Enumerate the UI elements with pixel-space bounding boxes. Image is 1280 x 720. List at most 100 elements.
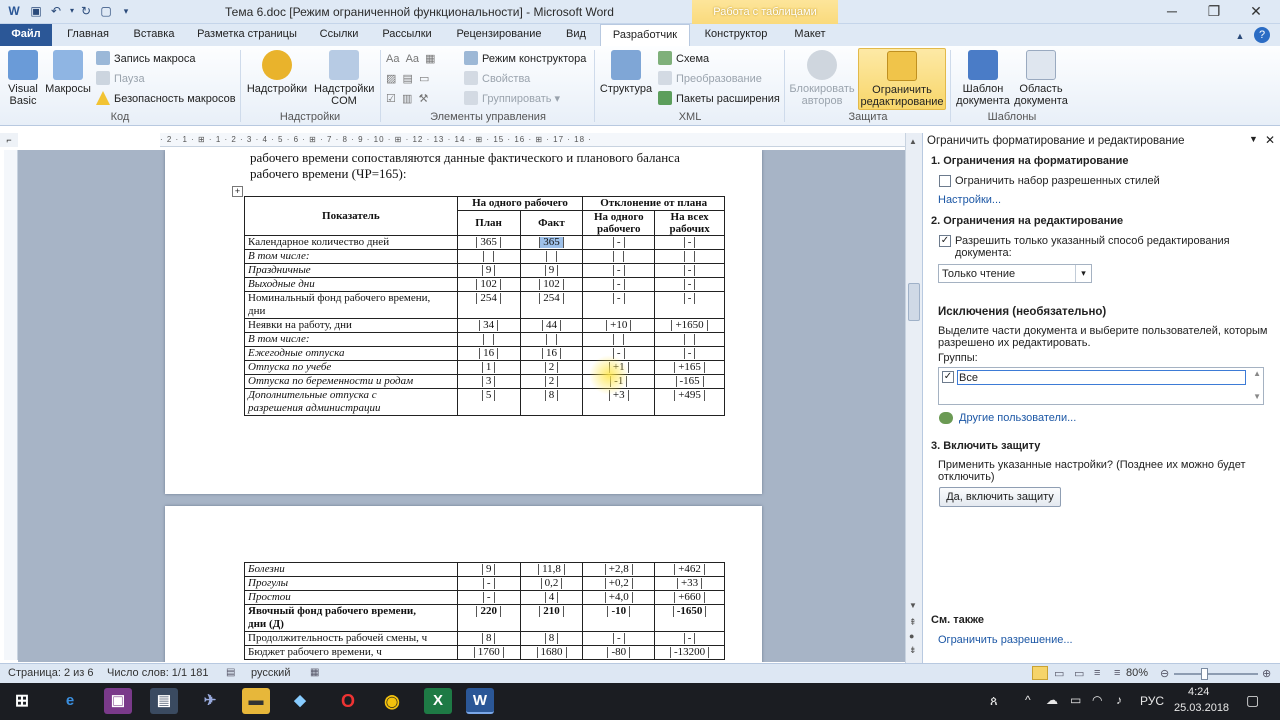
chevron-down-icon[interactable]: ▾	[1075, 265, 1091, 282]
browse-object-icon[interactable]: ●	[909, 631, 914, 641]
zoom-slider-thumb[interactable]	[1201, 668, 1208, 680]
form-field[interactable]: +33	[676, 578, 703, 589]
vertical-scrollbar[interactable]: ▲ ▼ ⇞ ● ⇟	[905, 133, 922, 663]
full-screen-view-icon[interactable]: ▭	[1054, 667, 1064, 680]
minimize-ribbon-icon[interactable]: ▲	[1232, 28, 1248, 44]
form-field[interactable]: +462	[674, 564, 705, 575]
form-field[interactable]: -	[683, 265, 696, 276]
document-panel-button[interactable]: Область документа	[1012, 48, 1070, 107]
form-field[interactable]: 220	[476, 606, 501, 617]
form-field[interactable]: 1760	[473, 647, 504, 658]
battery-icon[interactable]: ▭	[1070, 693, 1081, 707]
form-field[interactable]: 9	[481, 564, 496, 575]
transform-button[interactable]: Преобразование	[658, 70, 762, 88]
properties-button[interactable]: Свойства	[464, 70, 530, 88]
editing-type-select[interactable]: Только чтение ▾	[938, 264, 1092, 283]
form-field[interactable]: -	[612, 633, 625, 644]
tab-table-layout[interactable]: Макет	[782, 24, 838, 46]
pane-menu-icon[interactable]: ▼	[1249, 134, 1258, 144]
document-area[interactable]: рабочего времени сопоставляются данные ф…	[18, 150, 905, 662]
form-field[interactable]: +660	[674, 592, 705, 603]
edge-browser-icon[interactable]: e	[56, 688, 84, 714]
groups-list[interactable]: ✓ Все ▲ ▼	[938, 367, 1264, 405]
form-field[interactable]: 365	[539, 237, 564, 248]
form-field[interactable]: -165	[675, 376, 704, 387]
enable-protection-button[interactable]: Да, включить защиту	[939, 487, 1061, 507]
form-field[interactable]: 9	[481, 265, 496, 276]
form-field[interactable]: 3	[481, 376, 496, 387]
form-field[interactable]: +0,2	[604, 578, 633, 589]
proofing-icon[interactable]: ▤	[226, 667, 235, 678]
form-field[interactable]: -	[683, 293, 696, 304]
form-field[interactable]: 8	[481, 633, 496, 644]
list-scroll-up-icon[interactable]: ▲	[1253, 369, 1261, 378]
clock-date[interactable]: 25.03.2018	[1174, 702, 1229, 714]
addins-button[interactable]: Надстройки	[244, 48, 310, 95]
wifi-icon[interactable]: ◠	[1092, 693, 1102, 707]
form-field[interactable]: 16	[479, 348, 499, 359]
form-field[interactable]: 34	[479, 320, 499, 331]
form-field[interactable]: 1680	[536, 647, 567, 658]
notes-app-icon[interactable]: ◆	[286, 688, 314, 714]
page-indicator[interactable]: Страница: 2 из 6	[8, 667, 94, 679]
form-field[interactable]: 5	[481, 390, 496, 401]
vertical-ruler[interactable]	[4, 150, 18, 660]
form-field[interactable]: -80	[607, 647, 631, 658]
macro-record-icon[interactable]: ▦	[310, 667, 319, 678]
macros-button[interactable]: Макросы	[44, 48, 92, 95]
form-field[interactable]: -	[612, 279, 625, 290]
form-field[interactable]: +2,8	[604, 564, 633, 575]
tray-expand-icon[interactable]: ^	[1025, 693, 1031, 707]
form-field[interactable]	[684, 251, 695, 262]
form-field[interactable]	[483, 334, 494, 345]
restrict-permission-link[interactable]: Ограничить разрешение...	[938, 634, 1073, 646]
restrict-editing-button[interactable]: Ограничить редактирование	[858, 48, 946, 110]
com-addins-button[interactable]: Надстройки COM	[310, 48, 378, 107]
tab-review[interactable]: Рецензирование	[446, 24, 552, 46]
input-language[interactable]: РУС	[1140, 694, 1164, 708]
group-everyone-item[interactable]: Все	[957, 370, 1246, 385]
maximize-button[interactable]: ❐	[1194, 3, 1234, 21]
form-field[interactable]: -	[482, 592, 495, 603]
design-mode-button[interactable]: Режим конструктора	[464, 50, 586, 68]
notifications-icon[interactable]: ▢	[1246, 692, 1259, 709]
tab-developer[interactable]: Разработчик	[600, 24, 690, 46]
form-field[interactable]: -	[612, 293, 625, 304]
word-app-icon[interactable]: W	[6, 3, 22, 19]
document-page-1[interactable]: рабочего времени сопоставляются данные ф…	[165, 150, 762, 494]
table-move-handle-icon[interactable]: +	[232, 186, 243, 197]
form-field[interactable]: 254	[476, 293, 501, 304]
tab-selector-icon[interactable]: ⌐	[0, 133, 18, 147]
document-page-2[interactable]: Болезни 9 11,8 +2,8 +462 Прогулы -0,2 +0,2 +33 Пр…	[165, 506, 762, 662]
structure-button[interactable]: Структура	[598, 48, 654, 95]
undo-icon[interactable]: ↶	[48, 3, 64, 19]
tab-mailings[interactable]: Рассылки	[374, 24, 440, 46]
formatting-checkbox[interactable]	[939, 175, 951, 187]
help-icon[interactable]: ?	[1254, 27, 1270, 43]
repeat-icon[interactable]: ↻	[78, 3, 94, 19]
form-field[interactable]: -	[612, 265, 625, 276]
scroll-thumb[interactable]	[908, 283, 920, 321]
schema-button[interactable]: Схема	[658, 50, 709, 68]
form-field[interactable]: 11,8	[538, 564, 565, 575]
form-field[interactable]: -	[683, 237, 696, 248]
tab-table-design[interactable]: Конструктор	[696, 24, 776, 46]
zoom-level[interactable]: 80%	[1126, 667, 1148, 679]
control-text-icons[interactable]: Aa Aa ▦	[386, 50, 436, 68]
form-field[interactable]	[483, 251, 494, 262]
start-windows-icon[interactable]: ⊞	[8, 688, 36, 714]
form-field[interactable]	[613, 334, 625, 345]
form-field[interactable]: 2	[544, 376, 559, 387]
form-field[interactable]: +165	[674, 362, 705, 373]
form-field[interactable]: -13200	[669, 647, 710, 658]
web-layout-view-icon[interactable]: ▭	[1074, 667, 1084, 680]
form-field[interactable]	[546, 251, 557, 262]
file-explorer-icon[interactable]: ▬	[242, 688, 270, 714]
scroll-up-icon[interactable]: ▲	[909, 137, 917, 146]
other-users-link[interactable]: Другие пользователи...	[959, 412, 1076, 424]
minimize-button[interactable]: ─	[1152, 3, 1192, 21]
clock-time[interactable]: 4:24	[1188, 686, 1209, 698]
pane-close-icon[interactable]: ✕	[1265, 133, 1275, 147]
calculator-icon[interactable]: ▤	[150, 688, 178, 714]
form-field[interactable]: -	[683, 348, 696, 359]
